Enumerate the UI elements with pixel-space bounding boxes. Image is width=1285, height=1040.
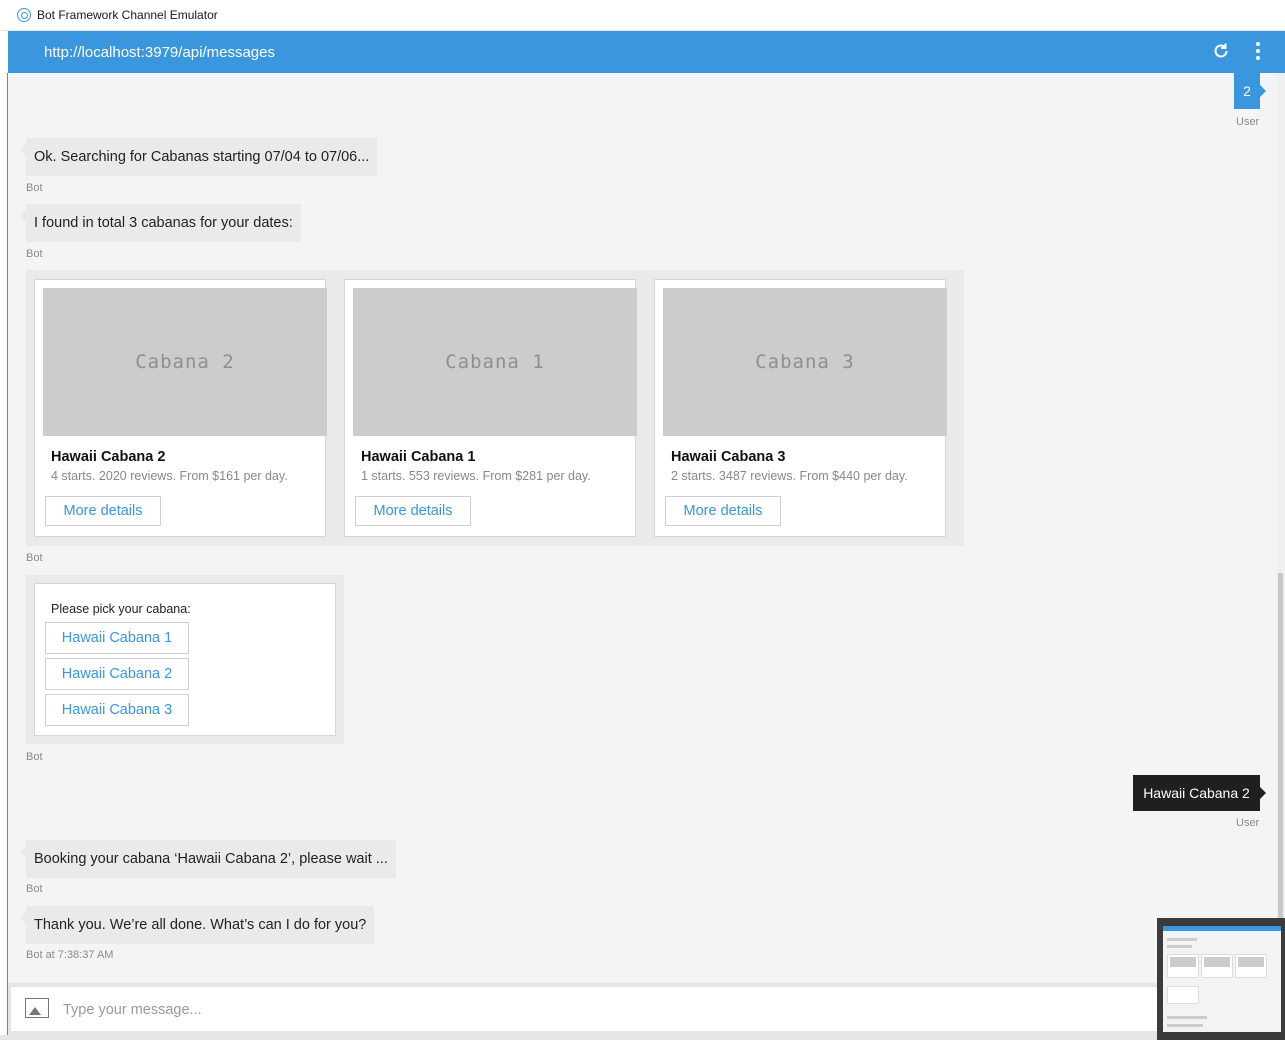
address-bar: http://localhost:3979/api/messages — [8, 31, 1285, 73]
image-upload-icon[interactable] — [25, 998, 49, 1018]
preview-line — [1167, 1016, 1207, 1019]
chat-scrollbar[interactable] — [1277, 73, 1285, 983]
more-vertical-icon[interactable] — [1254, 41, 1262, 61]
bot-message-text: Thank you. We’re all done. What’s can I … — [34, 917, 367, 933]
endpoint-url[interactable]: http://localhost:3979/api/messages — [44, 44, 275, 61]
bot-message-text: I found in total 3 cabanas for your date… — [34, 215, 293, 231]
card-image-label: Cabana 1 — [445, 351, 545, 373]
user-message-text: 2 — [1243, 83, 1251, 99]
card-title: Hawaii Cabana 2 — [51, 449, 166, 465]
bot-message-bubble: I found in total 3 cabanas for your date… — [20, 204, 301, 242]
hero-card: Cabana 3 Hawaii Cabana 3 2 starts. 3487 … — [654, 279, 947, 537]
message-sender: User — [1236, 116, 1260, 128]
card-title: Hawaii Cabana 3 — [671, 449, 786, 465]
user-message-text: Hawaii Cabana 2 — [1143, 785, 1250, 801]
card-image-label: Cabana 2 — [135, 351, 235, 373]
message-composer — [8, 983, 1285, 1035]
preview-card — [1167, 954, 1199, 978]
choice-button[interactable]: Hawaii Cabana 2 — [45, 658, 189, 690]
preview-line — [1167, 945, 1192, 948]
composer-field — [11, 987, 1277, 1031]
message-timestamp: Bot at 7:38:37 AM — [26, 949, 114, 961]
card-title: Hawaii Cabana 1 — [361, 449, 476, 465]
bot-message-text: Booking your cabana ‘Hawaii Cabana 2’, p… — [34, 851, 388, 867]
card-subtitle: 2 starts. 3487 reviews. From $440 per da… — [671, 469, 908, 483]
card-image-label: Cabana 3 — [755, 351, 855, 373]
window-bottom-border — [0, 1035, 1285, 1040]
preview-content — [1163, 926, 1281, 1032]
preview-header — [1163, 926, 1281, 931]
preview-line — [1167, 986, 1199, 1004]
message-sender: Bot — [26, 883, 43, 895]
message-sender: User — [1236, 817, 1260, 829]
refresh-icon[interactable] — [1211, 41, 1231, 61]
window-titlebar: Bot Framework Channel Emulator — [0, 0, 1285, 31]
message-sender: Bot — [26, 751, 43, 763]
bot-message-bubble: Booking your cabana ‘Hawaii Cabana 2’, p… — [20, 840, 396, 878]
preview-line — [1167, 938, 1197, 941]
choice-button[interactable]: Hawaii Cabana 3 — [45, 694, 189, 726]
preview-card — [1201, 954, 1233, 978]
card-subtitle: 1 starts. 553 reviews. From $281 per day… — [361, 469, 591, 483]
preview-line — [1167, 1024, 1203, 1027]
card-image: Cabana 3 — [663, 288, 947, 436]
message-sender: Bot — [26, 248, 43, 260]
hero-card-carousel: Cabana 2 Hawaii Cabana 2 4 starts. 2020 … — [26, 270, 964, 546]
bot-message-bubble: Ok. Searching for Cabanas starting 07/04… — [19, 138, 378, 176]
window-title: Bot Framework Channel Emulator — [37, 8, 218, 22]
message-input[interactable] — [61, 997, 1145, 1023]
choice-button[interactable]: Hawaii Cabana 1 — [45, 622, 189, 654]
preview-card — [1235, 954, 1267, 978]
more-details-button[interactable]: More details — [355, 496, 471, 526]
scrollbar-thumb[interactable] — [1278, 573, 1283, 973]
choice-card: Please pick your cabana: Hawaii Cabana 1… — [34, 583, 336, 736]
more-details-button[interactable]: More details — [665, 496, 781, 526]
bot-message-bubble: Thank you. We’re all done. What’s can I … — [19, 906, 375, 944]
user-message-bubble: 2 — [1234, 73, 1266, 109]
hero-card: Cabana 2 Hawaii Cabana 2 4 starts. 2020 … — [34, 279, 327, 537]
choice-prompt-text: Please pick your cabana: — [51, 602, 191, 616]
bot-message-text: Ok. Searching for Cabanas starting 07/04… — [34, 149, 370, 165]
taskbar-window-preview[interactable] — [1157, 918, 1285, 1040]
user-message-bubble: Hawaii Cabana 2 — [1133, 775, 1266, 811]
more-details-button[interactable]: More details — [45, 496, 161, 526]
message-sender: Bot — [26, 182, 43, 194]
message-sender: Bot — [26, 552, 43, 564]
card-image: Cabana 1 — [353, 288, 637, 436]
card-image: Cabana 2 — [43, 288, 327, 436]
hero-card: Cabana 1 Hawaii Cabana 1 1 starts. 553 r… — [344, 279, 637, 537]
choice-prompt: Please pick your cabana: Hawaii Cabana 1… — [26, 575, 344, 744]
emulator-logo-icon — [17, 8, 31, 22]
card-subtitle: 4 starts. 2020 reviews. From $161 per da… — [51, 469, 288, 483]
